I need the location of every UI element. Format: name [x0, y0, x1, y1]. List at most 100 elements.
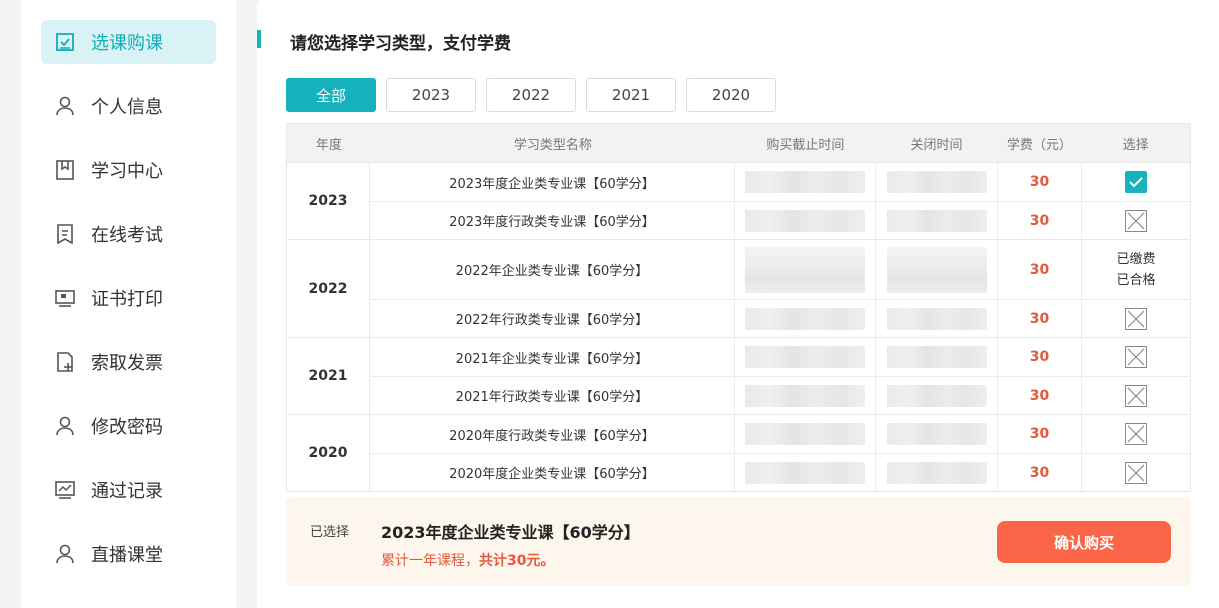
- fee-value: 30: [998, 300, 1082, 337]
- selection-summary-bar: 已选择 2023年度企业类专业课【60学分】 累计一年课程，共计30元。 确认购…: [286, 497, 1191, 586]
- buy-deadline-redacted: [735, 240, 876, 299]
- tab-2021[interactable]: 2021: [586, 78, 676, 112]
- sidebar-item-label: 选课购课: [91, 33, 163, 54]
- header-name: 学习类型名称: [513, 137, 592, 153]
- close-time-redacted: [876, 338, 998, 376]
- page-title: 请您选择学习类型，支付学费: [290, 34, 511, 54]
- sidebar-item-certificate-print[interactable]: 证书打印: [41, 276, 216, 320]
- sidebar-item-course-select[interactable]: 选课购课: [41, 20, 216, 64]
- fee-value: 30: [998, 202, 1082, 239]
- disabled-checkbox-icon: [1125, 307, 1147, 330]
- user-icon: [53, 94, 77, 118]
- year-cell: 2022: [287, 240, 370, 337]
- chart-monitor-icon: [53, 478, 77, 502]
- sidebar-item-label: 学习中心: [91, 161, 163, 182]
- check-icon: [1129, 177, 1143, 188]
- close-time-redacted: [876, 163, 998, 201]
- year-cell: 2023: [287, 163, 370, 239]
- buy-deadline-redacted: [735, 300, 876, 337]
- year-group-2020: 2020 2020年度行政类专业课【60学分】 30 2020年度企业类专业课【…: [287, 414, 1190, 491]
- sidebar-item-personal-info[interactable]: 个人信息: [41, 84, 216, 128]
- fee-value: 30: [998, 415, 1082, 453]
- fee-value: 30: [998, 454, 1082, 491]
- buy-deadline-redacted: [735, 338, 876, 376]
- close-time-redacted: [876, 202, 998, 239]
- table-row: 2021年行政类专业课【60学分】 30: [370, 376, 1190, 414]
- tab-2020[interactable]: 2020: [686, 78, 776, 112]
- fee-value: 30: [998, 240, 1082, 299]
- select-checkbox-checked[interactable]: [1125, 171, 1147, 193]
- sidebar-item-pass-records[interactable]: 通过记录: [41, 468, 216, 512]
- header-year: 年度: [315, 137, 342, 153]
- selection-total: 累计一年课程，共计30元。: [381, 550, 554, 570]
- close-time-redacted: [876, 240, 998, 299]
- status-passed: 已合格: [1116, 272, 1156, 288]
- tab-2022[interactable]: 2022: [486, 78, 576, 112]
- sidebar-item-label: 修改密码: [91, 417, 163, 438]
- year-group-2022: 2022 2022年企业类专业课【60学分】 30 已缴费 已合格 2022年行…: [287, 239, 1190, 337]
- selected-course: 2023年度企业类专业课【60学分】: [381, 523, 640, 542]
- disabled-checkbox-icon: [1125, 209, 1147, 232]
- status-paid: 已缴费: [1116, 251, 1156, 267]
- buy-deadline-redacted: [735, 163, 876, 201]
- table-row: 2023年度企业类专业课【60学分】 30: [370, 163, 1190, 201]
- table-row: 2022年行政类专业课【60学分】 30: [370, 299, 1190, 337]
- main-panel: 请您选择学习类型，支付学费 全部 2023 2022 2021 2020 年度 …: [257, 0, 1219, 608]
- sidebar-item-live-classroom[interactable]: 直播课堂: [41, 532, 216, 576]
- header-fee: 学费（元）: [1006, 137, 1072, 153]
- table-row: 2020年度行政类专业课【60学分】 30: [370, 415, 1190, 453]
- year-group-2021: 2021 2021年企业类专业课【60学分】 30 2021年行政类专业课【60…: [287, 337, 1190, 414]
- disabled-checkbox-icon: [1125, 461, 1147, 484]
- disabled-checkbox-icon: [1125, 384, 1147, 407]
- year-cell: 2020: [287, 415, 370, 491]
- table-header: 年度 学习类型名称 购买截止时间 关闭时间 学费（元） 选择: [287, 124, 1190, 162]
- status-text: 已缴费 已合格: [1082, 240, 1190, 299]
- sidebar-item-change-password[interactable]: 修改密码: [41, 404, 216, 448]
- user-icon: [53, 414, 77, 438]
- tab-2023[interactable]: 2023: [386, 78, 476, 112]
- disabled-checkbox-icon: [1125, 346, 1147, 368]
- table-row: 2023年度行政类专业课【60学分】 30: [370, 201, 1190, 239]
- fee-value: 30: [998, 377, 1082, 414]
- sidebar-item-label: 证书打印: [91, 289, 163, 310]
- course-table: 年度 学习类型名称 购买截止时间 关闭时间 学费（元） 选择 2023 2023…: [286, 123, 1191, 492]
- user-icon: [53, 542, 77, 566]
- sidebar-item-label: 个人信息: [91, 97, 163, 118]
- buy-deadline-redacted: [735, 454, 876, 491]
- disabled-checkbox-icon: [1125, 423, 1147, 445]
- course-name: 2022年企业类专业课【60学分】: [370, 240, 735, 299]
- course-select-icon: [53, 30, 77, 54]
- fee-value: 30: [998, 338, 1082, 376]
- summary-total: 共计30元。: [479, 553, 555, 569]
- year-cell: 2021: [287, 338, 370, 414]
- sidebar-item-online-exam[interactable]: 在线考试: [41, 212, 216, 256]
- sidebar-item-label: 索取发票: [91, 353, 163, 374]
- confirm-purchase-button[interactable]: 确认购买: [997, 521, 1171, 563]
- table-row: 2020年度企业类专业课【60学分】 30: [370, 453, 1190, 491]
- close-time-redacted: [876, 454, 998, 491]
- close-time-redacted: [876, 300, 998, 337]
- course-name: 2023年度企业类专业课【60学分】: [370, 163, 735, 201]
- close-time-redacted: [876, 377, 998, 414]
- exam-icon: [53, 222, 77, 246]
- sidebar-item-label: 通过记录: [91, 481, 163, 502]
- course-name: 2020年度企业类专业课【60学分】: [370, 454, 735, 491]
- selected-label: 已选择: [310, 525, 350, 540]
- course-name: 2023年度行政类专业课【60学分】: [370, 202, 735, 239]
- course-name: 2022年行政类专业课【60学分】: [370, 300, 735, 337]
- buy-deadline-redacted: [735, 415, 876, 453]
- close-time-redacted: [876, 415, 998, 453]
- table-row: 2022年企业类专业课【60学分】 30 已缴费 已合格: [370, 240, 1190, 299]
- sidebar-item-invoice[interactable]: 索取发票: [41, 340, 216, 384]
- header-select: 选择: [1122, 137, 1149, 153]
- header-buy-deadline: 购买截止时间: [766, 137, 845, 153]
- tab-all[interactable]: 全部: [286, 78, 376, 112]
- header-close-time: 关闭时间: [910, 137, 963, 153]
- sidebar-item-learning-center[interactable]: 学习中心: [41, 148, 216, 192]
- table-row: 2021年企业类专业课【60学分】 30: [370, 338, 1190, 376]
- course-name: 2021年企业类专业课【60学分】: [370, 338, 735, 376]
- certificate-print-icon: [53, 286, 77, 310]
- year-filter-tabs: 全部 2023 2022 2021 2020: [286, 78, 776, 112]
- bookmark-icon: [53, 158, 77, 182]
- summary-prefix: 累计一年课程，: [381, 553, 479, 569]
